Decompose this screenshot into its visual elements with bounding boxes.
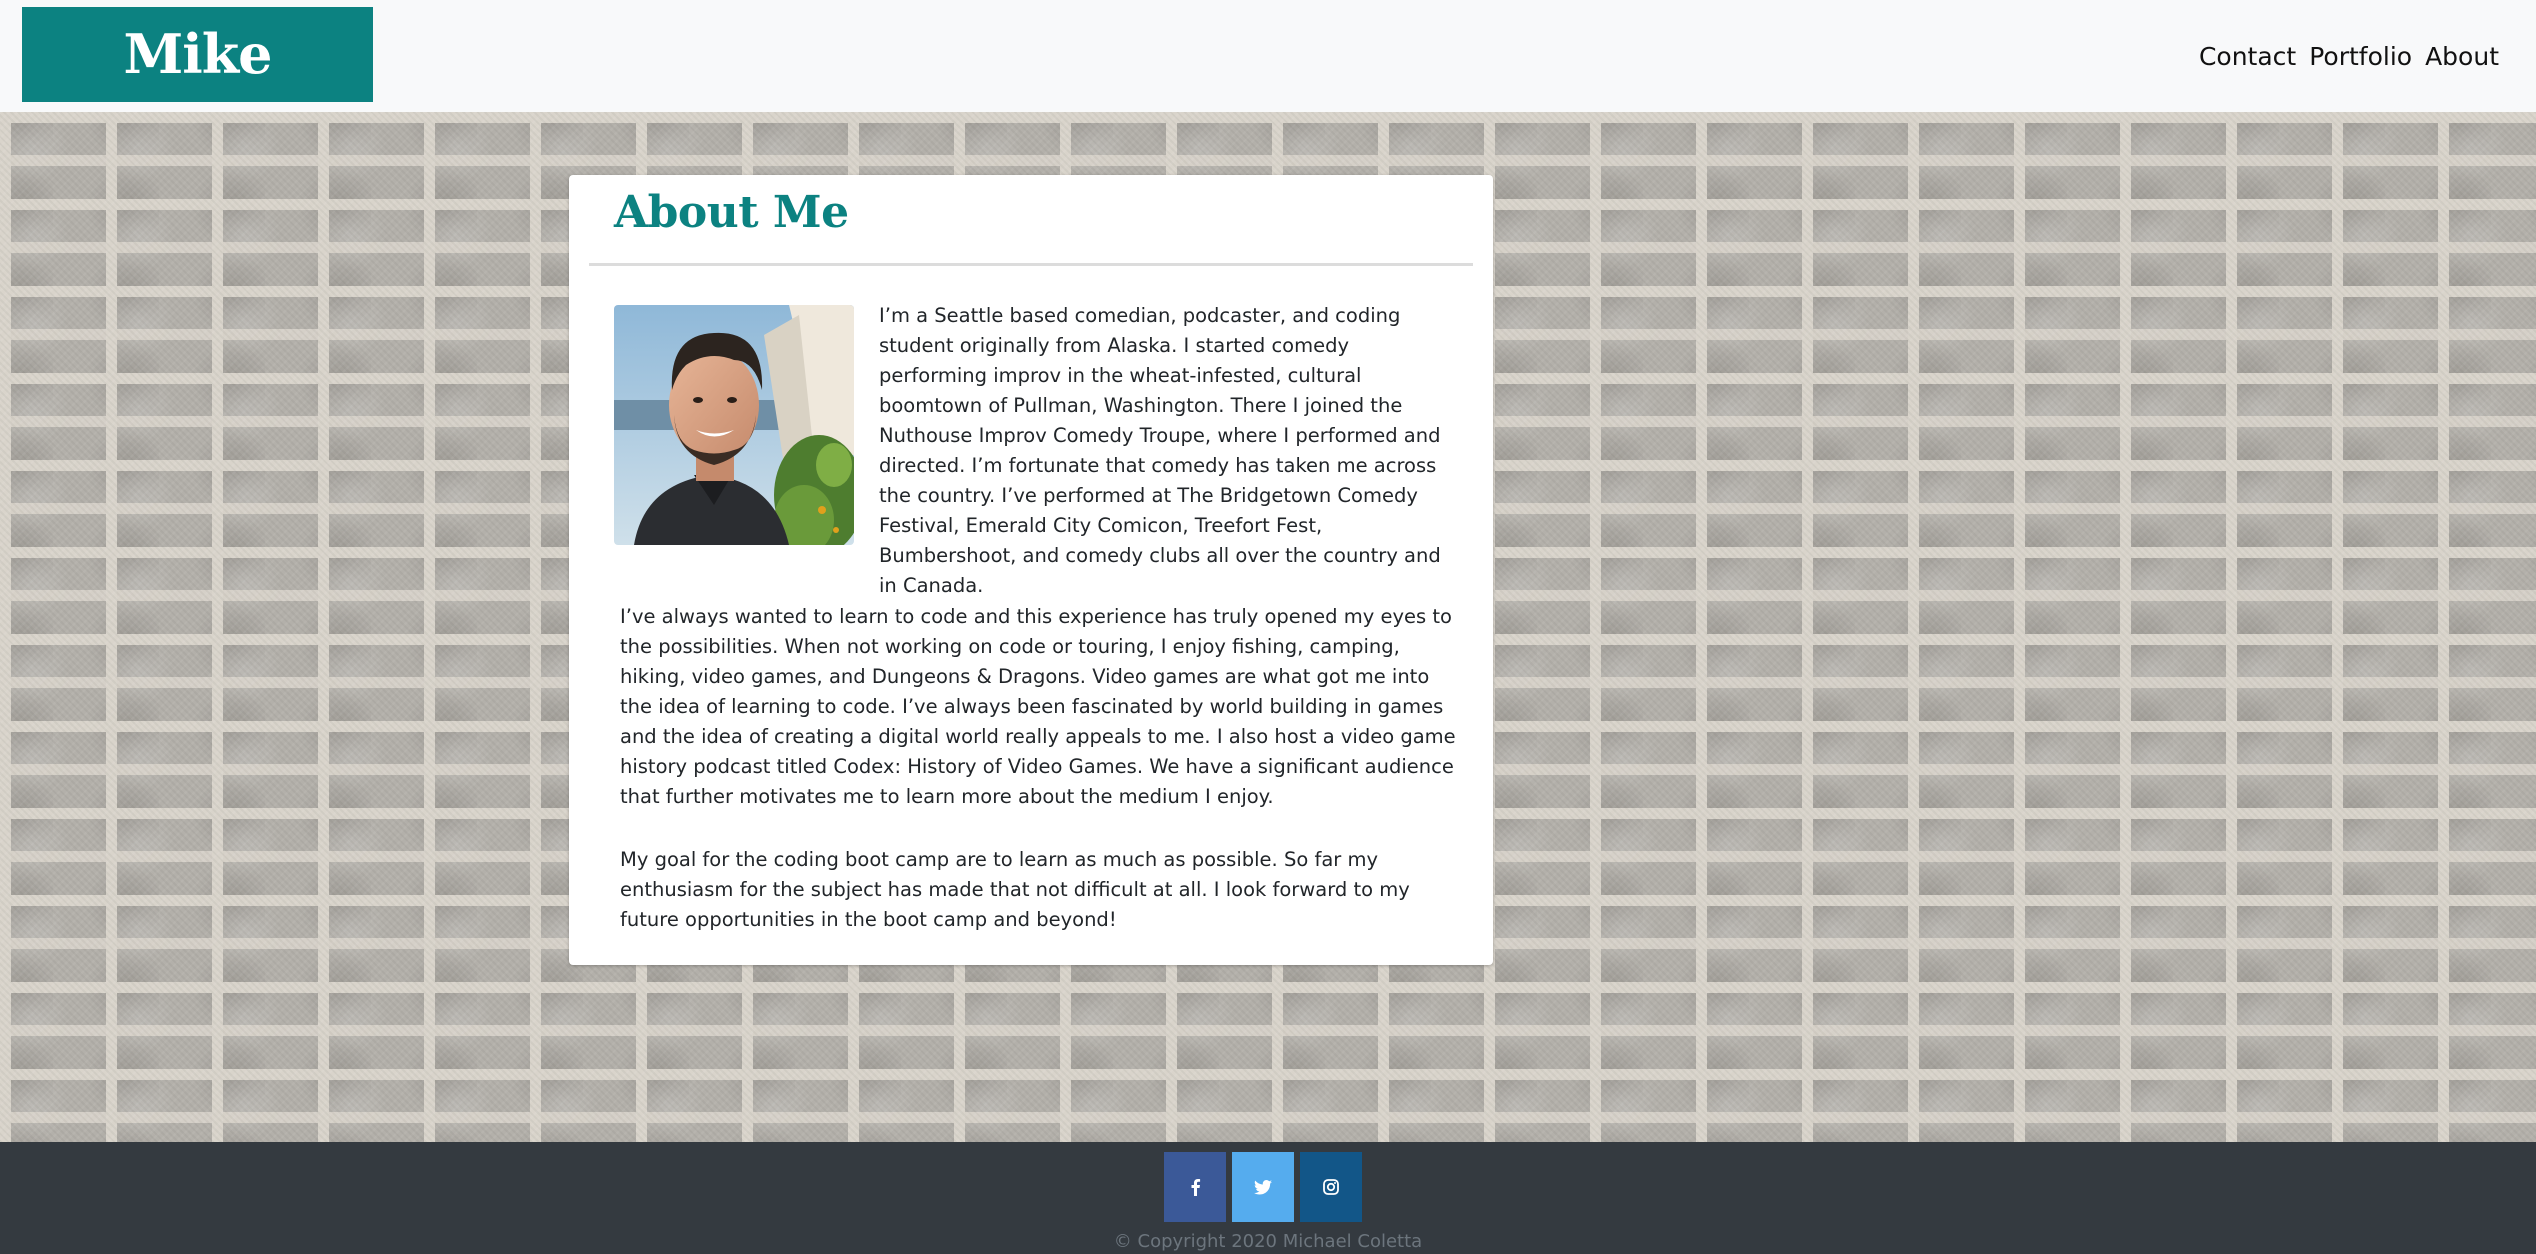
- about-paragraph-1: I’m a Seattle based comedian, podcaster,…: [879, 304, 1441, 597]
- nav-link-about[interactable]: About: [2425, 42, 2499, 71]
- page-title: About Me: [614, 187, 849, 238]
- nav-links: Contact Portfolio About: [2199, 36, 2499, 76]
- facebook-button[interactable]: [1164, 1152, 1226, 1222]
- profile-photo: [614, 305, 854, 545]
- about-card: About Me I’m a Seattle based comedian, p…: [569, 175, 1493, 965]
- copyright-text: © Copyright 2020 Michael Coletta: [1113, 1231, 1423, 1252]
- nav-link-portfolio[interactable]: Portfolio: [2309, 42, 2412, 71]
- brand-logo[interactable]: Mike Coletta: [22, 7, 373, 181]
- instagram-icon: [1323, 1179, 1339, 1195]
- instagram-button[interactable]: [1300, 1152, 1362, 1222]
- about-paragraph-3: My goal for the coding boot camp are to …: [620, 848, 1410, 931]
- twitter-icon: [1254, 1179, 1272, 1195]
- navbar: Mike Coletta Contact Portfolio About: [0, 0, 2536, 181]
- twitter-button[interactable]: [1232, 1152, 1294, 1222]
- footer: © Copyright 2020 Michael Coletta: [0, 1142, 2536, 1254]
- divider: [589, 263, 1473, 266]
- facebook-icon: [1189, 1178, 1201, 1196]
- nav-link-contact[interactable]: Contact: [2199, 42, 2296, 71]
- about-paragraph-2: I’ve always wanted to learn to code and …: [620, 605, 1456, 808]
